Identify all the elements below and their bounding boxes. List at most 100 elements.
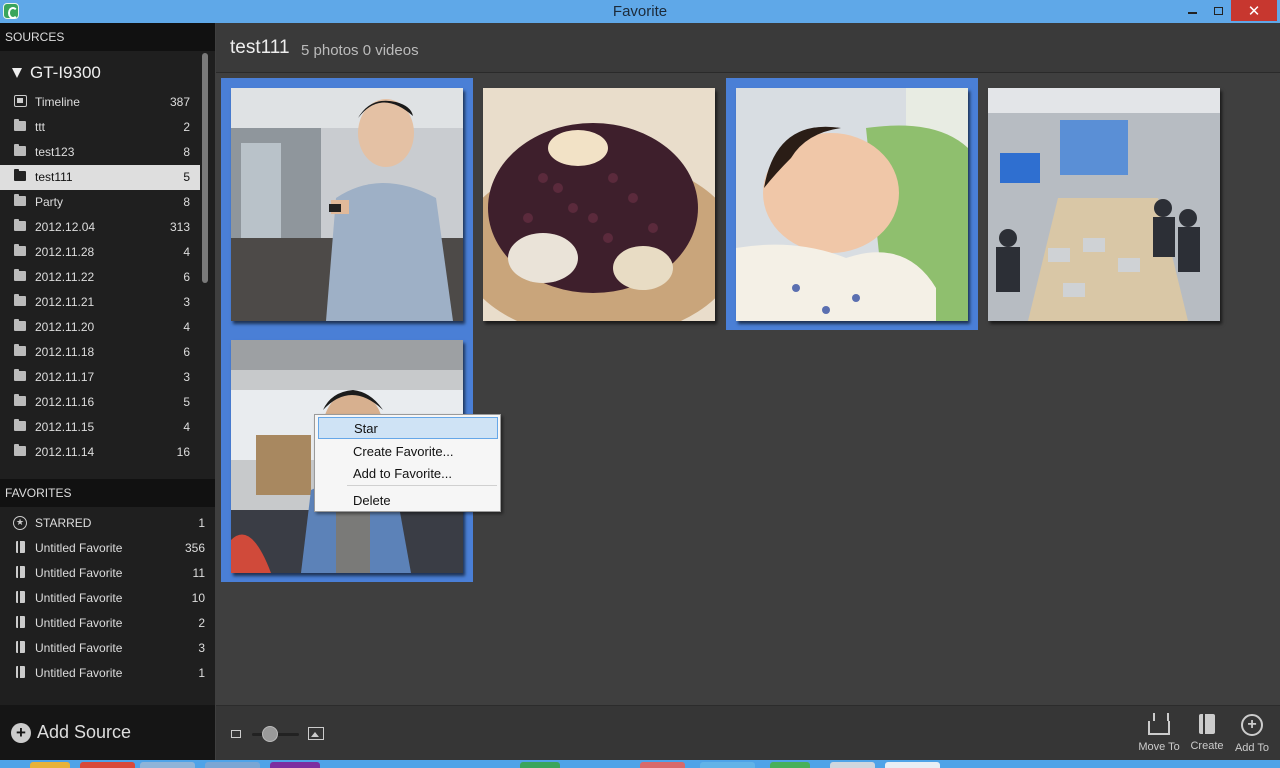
item-label: 2012.11.21 (35, 295, 95, 309)
folder-icon (14, 369, 26, 381)
folder-icon (14, 419, 26, 431)
sidebar-item-starred[interactable]: ★ STARRED 1 (0, 511, 215, 536)
move-to-button[interactable]: Move To (1134, 712, 1184, 758)
item-count: 2 (198, 616, 205, 630)
close-button[interactable]: ✕ (1231, 0, 1277, 21)
add-source-button[interactable]: + Add Source (0, 705, 215, 760)
taskbar-item[interactable] (140, 762, 195, 768)
create-label: Create (1190, 740, 1224, 752)
create-button[interactable]: Create (1182, 712, 1232, 758)
taskbar-item[interactable] (770, 762, 810, 768)
item-count: 8 (183, 195, 190, 209)
sidebar-item-favorite[interactable]: Untitled Favorite 2 (0, 611, 215, 636)
sidebar-item-folder[interactable]: 2012.11.15 4 (0, 415, 200, 440)
menu-item-add-to-favorite[interactable]: Add to Favorite... (318, 462, 498, 484)
zoom-slider-handle[interactable] (262, 726, 278, 742)
sources-scrollbar[interactable] (202, 53, 208, 283)
item-count: 387 (169, 95, 190, 109)
sidebar-item-folder[interactable]: 2012.12.04 313 (0, 215, 200, 240)
item-label: STARRED (35, 516, 92, 530)
taskbar-item[interactable] (30, 762, 70, 768)
item-label: Untitled Favorite (35, 591, 123, 605)
taskbar-item[interactable] (640, 762, 685, 768)
book-icon (16, 616, 25, 628)
sidebar-item-folder[interactable]: 2012.11.21 3 (0, 290, 200, 315)
item-label: 2012.11.17 (35, 370, 95, 384)
item-count: 356 (184, 541, 205, 555)
album-header: test111 5 photos 0 videos (216, 23, 1280, 73)
item-label: 2012.11.15 (35, 420, 95, 434)
favorites-list: ★ STARRED 1 Untitled Favorite 356 Untitl… (0, 511, 215, 686)
sidebar-item-folder[interactable]: 2012.11.20 4 (0, 315, 200, 340)
sidebar-item-favorite[interactable]: Untitled Favorite 1 (0, 661, 215, 686)
small-image-icon[interactable] (231, 730, 241, 738)
item-count: 1 (198, 666, 205, 680)
photo-meeting-room (988, 88, 1220, 321)
sidebar-item-folder[interactable]: 2012.11.16 5 (0, 390, 200, 415)
item-count: 8 (183, 145, 190, 159)
sidebar-item-folder[interactable]: 2012.11.17 3 (0, 365, 200, 390)
sidebar-item-folder[interactable]: test123 8 (0, 140, 200, 165)
sidebar-item-favorite[interactable]: Untitled Favorite 10 (0, 586, 215, 611)
sidebar-item-folder-selected[interactable]: test111 5 (0, 165, 200, 190)
taskbar-item-active[interactable] (885, 762, 940, 768)
taskbar-item[interactable] (830, 762, 875, 768)
sidebar-item-favorite[interactable]: Untitled Favorite 11 (0, 561, 215, 586)
item-count: 4 (183, 245, 190, 259)
menu-item-create-favorite[interactable]: Create Favorite... (318, 440, 498, 462)
taskbar-item[interactable] (80, 762, 135, 768)
star-icon: ★ (13, 516, 27, 530)
photo-thumbnail[interactable] (483, 88, 715, 321)
folder-icon (14, 244, 26, 256)
taskbar-item[interactable] (700, 762, 755, 768)
add-circle-icon: + (1241, 714, 1263, 736)
menu-item-delete[interactable]: Delete (318, 489, 498, 511)
minimize-button[interactable] (1180, 0, 1204, 21)
favorites-header: FAVORITES (0, 479, 215, 507)
item-label: test111 (35, 170, 73, 184)
sidebar-item-folder[interactable]: Party 8 (0, 190, 200, 215)
restore-button[interactable] (1206, 0, 1230, 21)
item-label: Timeline (35, 95, 80, 109)
photo-thumbnail[interactable] (231, 88, 463, 321)
item-label: 2012.11.16 (35, 395, 95, 409)
album-title: test111 (230, 37, 290, 58)
close-icon: ✕ (1247, 2, 1261, 20)
item-count: 4 (183, 320, 190, 334)
inbox-tray-icon (1148, 713, 1170, 735)
photo-thumbnail[interactable] (736, 88, 968, 321)
photo-man-with-phone (231, 88, 463, 321)
item-count: 4 (183, 420, 190, 434)
taskbar-item[interactable] (205, 762, 260, 768)
sidebar-item-folder[interactable]: 2012.11.28 4 (0, 240, 200, 265)
taskbar-item[interactable] (270, 762, 320, 768)
window-title: Favorite (612, 3, 668, 20)
large-image-icon[interactable] (308, 727, 324, 740)
sidebar-item-timeline[interactable]: Timeline 387 (0, 90, 200, 115)
item-label: 2012.11.20 (35, 320, 95, 334)
taskbar-item[interactable] (520, 762, 560, 768)
menu-item-star[interactable]: Star (318, 417, 498, 439)
book-icon (16, 641, 25, 653)
folder-icon (14, 344, 26, 356)
bottom-toolbar: Move To Create + Add To (216, 705, 1280, 760)
photo-sleeping-baby (736, 88, 968, 321)
item-count: 16 (176, 445, 190, 459)
sidebar-item-folder[interactable]: 2012.11.22 6 (0, 265, 200, 290)
item-label: Party (35, 195, 64, 209)
item-label: 2012.11.28 (35, 245, 95, 259)
sidebar-item-favorite[interactable]: Untitled Favorite 356 (0, 536, 215, 561)
device-item[interactable]: GT-I9300 (12, 63, 101, 83)
folder-icon (14, 294, 26, 306)
item-label: ttt (35, 120, 46, 134)
folder-icon (14, 219, 26, 231)
move-to-label: Move To (1138, 741, 1180, 753)
sidebar-item-folder[interactable]: 2012.11.14 16 (0, 440, 200, 465)
add-to-button[interactable]: + Add To (1227, 712, 1277, 758)
folder-icon (14, 319, 26, 331)
photo-thumbnail[interactable] (988, 88, 1220, 321)
sidebar-item-folder[interactable]: ttt 2 (0, 115, 200, 140)
sidebar-item-favorite[interactable]: Untitled Favorite 3 (0, 636, 215, 661)
sidebar-item-folder[interactable]: 2012.11.18 6 (0, 340, 200, 365)
device-label: GT-I9300 (30, 63, 101, 82)
